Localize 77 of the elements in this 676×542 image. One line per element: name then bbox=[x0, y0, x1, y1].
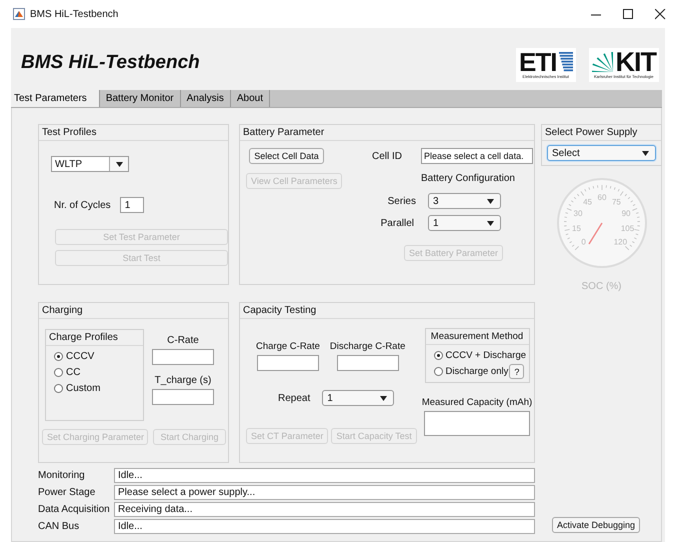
dropdown[interactable]: WLTP bbox=[51, 156, 129, 172]
button[interactable]: Select Cell Data bbox=[249, 148, 324, 164]
status-label: CAN Bus bbox=[38, 521, 80, 532]
caret-icon bbox=[487, 198, 494, 204]
caret-icon bbox=[487, 220, 494, 226]
radio-option[interactable]: CCCV bbox=[54, 349, 143, 363]
panel-title: Test Profiles bbox=[39, 125, 228, 141]
dropdown[interactable]: 1 bbox=[322, 390, 394, 406]
tick-label: 120 bbox=[613, 237, 627, 246]
app-icon bbox=[13, 8, 25, 20]
maximize-icon[interactable] bbox=[622, 8, 634, 20]
radio-icon[interactable] bbox=[434, 350, 442, 360]
status-label: Monitoring bbox=[38, 470, 86, 481]
field-label: C-Rate bbox=[167, 335, 199, 346]
status-field: Please select a power supply... bbox=[114, 485, 535, 500]
field-label: T_charge (s) bbox=[154, 375, 212, 386]
window-title: BMS HiL-Testbench bbox=[30, 8, 118, 20]
field-label: Parallel bbox=[380, 218, 414, 228]
panel-title: Select Power Supply bbox=[542, 125, 661, 141]
tick-label: 105 bbox=[620, 224, 634, 234]
caret-icon bbox=[380, 396, 388, 400]
radio-option[interactable]: CCCV + Discharge bbox=[434, 348, 528, 362]
status-field: Receiving data... bbox=[114, 502, 535, 517]
group-title: Charge Profiles bbox=[46, 330, 143, 346]
app-title: BMS HiL-Testbench bbox=[20, 52, 200, 74]
input-field[interactable] bbox=[152, 349, 214, 365]
input-field[interactable] bbox=[424, 411, 530, 436]
radio-icon[interactable] bbox=[434, 367, 442, 376]
status-field: Idle... bbox=[114, 468, 535, 483]
panel-title: Charging bbox=[39, 303, 228, 319]
radio-option[interactable]: Discharge only bbox=[434, 364, 508, 378]
input-field[interactable]: Please select a cell data. bbox=[421, 148, 534, 164]
panel-title: Battery Parameter bbox=[240, 125, 534, 141]
logo-text: KIT bbox=[616, 50, 656, 74]
field-label: Cell ID bbox=[372, 150, 402, 162]
stripes-icon bbox=[558, 52, 572, 72]
field-label: Repeat bbox=[278, 392, 310, 404]
field-label: Charge C-Rate bbox=[256, 341, 320, 352]
panel-title: Capacity Testing bbox=[240, 303, 534, 319]
gauge-label: SOC (%) bbox=[582, 281, 622, 292]
fan-icon bbox=[592, 52, 614, 72]
dropdown[interactable]: 1 bbox=[428, 215, 501, 231]
tick-label: 45 bbox=[582, 197, 592, 206]
radio-option[interactable]: CC bbox=[54, 365, 143, 379]
status-label: Data Acquisition bbox=[38, 504, 111, 515]
status-label: Power Stage bbox=[38, 487, 96, 498]
help-button[interactable]: ? bbox=[509, 364, 524, 379]
radio-option[interactable]: Custom bbox=[54, 381, 143, 395]
tick-label: 15 bbox=[572, 224, 580, 234]
gauge-needle bbox=[588, 222, 602, 244]
radio-icon[interactable] bbox=[54, 352, 63, 360]
tab[interactable]: Test Parameters bbox=[11, 90, 100, 107]
tick-label: 90 bbox=[621, 209, 630, 218]
radio-icon[interactable] bbox=[54, 384, 63, 392]
input-field[interactable] bbox=[152, 389, 214, 405]
input-field[interactable] bbox=[256, 355, 319, 371]
tick-label: 30 bbox=[573, 209, 582, 218]
caret-icon bbox=[116, 162, 122, 166]
field-label: Series bbox=[386, 196, 416, 206]
radio-icon[interactable] bbox=[54, 368, 63, 376]
tick-label: 60 bbox=[597, 193, 606, 202]
button[interactable]: Activate Debugging bbox=[552, 517, 640, 533]
input-field[interactable] bbox=[336, 355, 399, 371]
tick-label: 0 bbox=[580, 237, 586, 246]
status-field: Idle... bbox=[114, 519, 535, 534]
field-label: Measured Capacity (mAh) bbox=[422, 397, 532, 408]
input-field[interactable]: 1 bbox=[120, 197, 144, 213]
caret-icon bbox=[642, 150, 649, 156]
section-label: Battery Configuration bbox=[421, 173, 515, 184]
tick-label: 75 bbox=[612, 197, 620, 206]
field-label: Discharge C-Rate bbox=[330, 341, 406, 352]
dropdown[interactable]: 3 bbox=[428, 193, 501, 209]
dropdown[interactable]: Select bbox=[547, 145, 656, 161]
logo-text: ETI bbox=[519, 50, 556, 74]
group-title: Measurement Method bbox=[426, 329, 528, 345]
field-label: Nr. of Cycles bbox=[54, 200, 111, 210]
close-icon[interactable] bbox=[654, 8, 666, 20]
